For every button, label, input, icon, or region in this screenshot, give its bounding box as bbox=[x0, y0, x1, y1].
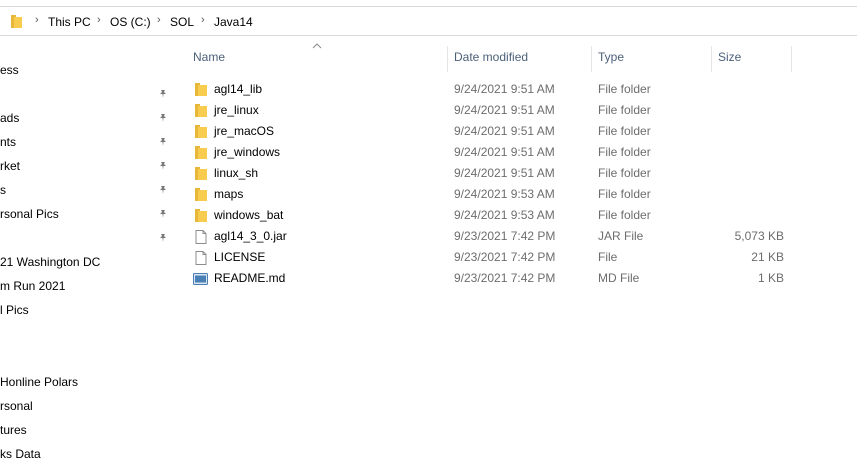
file-name: agl14_3_0.jar bbox=[214, 229, 287, 243]
nav-item[interactable]: ess bbox=[0, 63, 19, 77]
file-type: File folder bbox=[598, 187, 651, 201]
file-type: File folder bbox=[598, 145, 651, 159]
column-divider[interactable] bbox=[711, 46, 712, 72]
pin-icon[interactable] bbox=[158, 88, 168, 98]
column-divider[interactable] bbox=[447, 46, 448, 72]
column-header-size[interactable]: Size bbox=[718, 50, 741, 64]
address-bar[interactable]: › This PC › OS (C:) › SOL › Java14 bbox=[0, 6, 857, 36]
breadcrumb-java14[interactable]: Java14 bbox=[214, 15, 253, 29]
navigation-pane[interactable]: ess ads nts rket s rsonal Pics 21 Washington D… bbox=[0, 44, 176, 468]
folder-icon bbox=[195, 167, 207, 180]
file-date-modified: 9/24/2021 9:53 AM bbox=[454, 187, 555, 201]
file-row[interactable]: agl14_lib 9/24/2021 9:51 AM File folder bbox=[187, 79, 792, 100]
nav-item[interactable]: s bbox=[0, 183, 6, 197]
file-name: agl14_lib bbox=[214, 82, 263, 96]
folder-icon bbox=[11, 15, 22, 28]
breadcrumb-os-c[interactable]: OS (C:) bbox=[110, 15, 151, 29]
nav-item[interactable]: ads bbox=[0, 111, 19, 125]
nav-item[interactable]: rsonal Pics bbox=[0, 207, 59, 221]
column-divider[interactable] bbox=[591, 46, 592, 72]
column-header-date-modified[interactable]: Date modified bbox=[454, 50, 528, 64]
file-row[interactable]: jre_linux 9/24/2021 9:51 AM File folder bbox=[187, 100, 792, 121]
file-name: maps bbox=[214, 187, 244, 201]
pin-icon[interactable] bbox=[158, 136, 168, 146]
chevron-right-icon[interactable]: › bbox=[35, 14, 39, 26]
file-icon bbox=[195, 251, 207, 265]
breadcrumb-this-pc[interactable]: This PC bbox=[48, 15, 91, 29]
file-name: windows_bat bbox=[214, 208, 284, 222]
file-name: LICENSE bbox=[214, 250, 266, 264]
chevron-right-icon[interactable]: › bbox=[201, 14, 205, 26]
file-type: File folder bbox=[598, 103, 651, 117]
file-row[interactable]: LICENSE 9/23/2021 7:42 PM File 21 KB bbox=[187, 247, 792, 268]
sort-ascending-icon bbox=[312, 43, 322, 49]
file-date-modified: 9/23/2021 7:42 PM bbox=[454, 271, 556, 285]
file-type: File folder bbox=[598, 82, 651, 96]
column-header-type[interactable]: Type bbox=[598, 50, 624, 64]
pin-icon[interactable] bbox=[158, 232, 168, 242]
pin-icon[interactable] bbox=[158, 160, 168, 170]
file-row[interactable]: agl14_3_0.jar 9/23/2021 7:42 PM JAR File 5,… bbox=[187, 226, 792, 247]
markdown-file-icon bbox=[193, 273, 208, 286]
pin-icon[interactable] bbox=[158, 184, 168, 194]
column-divider[interactable] bbox=[791, 46, 792, 72]
nav-item[interactable]: Honline Polars bbox=[0, 375, 78, 389]
file-date-modified: 9/23/2021 7:42 PM bbox=[454, 229, 556, 243]
file-type: File folder bbox=[598, 166, 651, 180]
file-date-modified: 9/24/2021 9:51 AM bbox=[454, 145, 555, 159]
file-name: jre_windows bbox=[214, 145, 281, 159]
file-row[interactable]: jre_windows 9/24/2021 9:51 AM File folder bbox=[187, 142, 792, 163]
file-row[interactable]: README.md 9/23/2021 7:42 PM MD File 1 KB bbox=[187, 268, 792, 289]
nav-item[interactable]: rket bbox=[0, 159, 20, 173]
column-header-name[interactable]: Name bbox=[193, 50, 225, 64]
file-size: 21 KB bbox=[751, 250, 784, 264]
pin-icon[interactable] bbox=[158, 112, 168, 122]
file-date-modified: 9/24/2021 9:51 AM bbox=[454, 103, 555, 117]
chevron-right-icon[interactable]: › bbox=[97, 14, 101, 26]
folder-icon bbox=[195, 188, 207, 201]
folder-icon bbox=[195, 83, 207, 96]
nav-item[interactable]: rsonal bbox=[0, 399, 33, 413]
nav-item[interactable]: m Run 2021 bbox=[0, 279, 65, 293]
file-date-modified: 9/24/2021 9:53 AM bbox=[454, 208, 555, 222]
file-name: README.md bbox=[214, 271, 286, 285]
file-type: File bbox=[598, 250, 618, 264]
file-row[interactable]: linux_sh 9/24/2021 9:51 AM File folder bbox=[187, 163, 792, 184]
file-type: File folder bbox=[598, 208, 651, 222]
file-name: linux_sh bbox=[214, 166, 259, 180]
nav-item[interactable]: ks Data bbox=[0, 447, 41, 461]
file-size: 5,073 KB bbox=[734, 229, 784, 243]
file-type: JAR File bbox=[598, 229, 644, 243]
breadcrumb-sol[interactable]: SOL bbox=[170, 15, 194, 29]
folder-icon bbox=[195, 209, 207, 222]
folder-icon bbox=[195, 125, 207, 138]
nav-item[interactable]: tures bbox=[0, 423, 27, 437]
nav-item[interactable]: l Pics bbox=[0, 303, 29, 317]
file-date-modified: 9/24/2021 9:51 AM bbox=[454, 124, 555, 138]
file-row[interactable]: jre_macOS 9/24/2021 9:51 AM File folder bbox=[187, 121, 792, 142]
folder-icon bbox=[195, 104, 207, 117]
file-row[interactable]: windows_bat 9/24/2021 9:53 AM File folder bbox=[187, 205, 792, 226]
file-row[interactable]: maps 9/24/2021 9:53 AM File folder bbox=[187, 184, 792, 205]
pin-icon[interactable] bbox=[158, 208, 168, 218]
file-size: 1 KB bbox=[757, 271, 784, 285]
folder-icon bbox=[195, 146, 207, 159]
file-date-modified: 9/24/2021 9:51 AM bbox=[454, 82, 555, 96]
file-date-modified: 9/24/2021 9:51 AM bbox=[454, 166, 555, 180]
file-type: MD File bbox=[598, 271, 640, 285]
nav-item[interactable]: 21 Washington DC bbox=[0, 255, 100, 269]
file-name: jre_macOS bbox=[214, 124, 275, 138]
file-name: jre_linux bbox=[214, 103, 259, 117]
nav-item[interactable]: nts bbox=[0, 135, 16, 149]
file-date-modified: 9/23/2021 7:42 PM bbox=[454, 250, 556, 264]
chevron-right-icon[interactable]: › bbox=[157, 14, 161, 26]
file-type: File folder bbox=[598, 124, 651, 138]
file-icon bbox=[195, 230, 207, 244]
